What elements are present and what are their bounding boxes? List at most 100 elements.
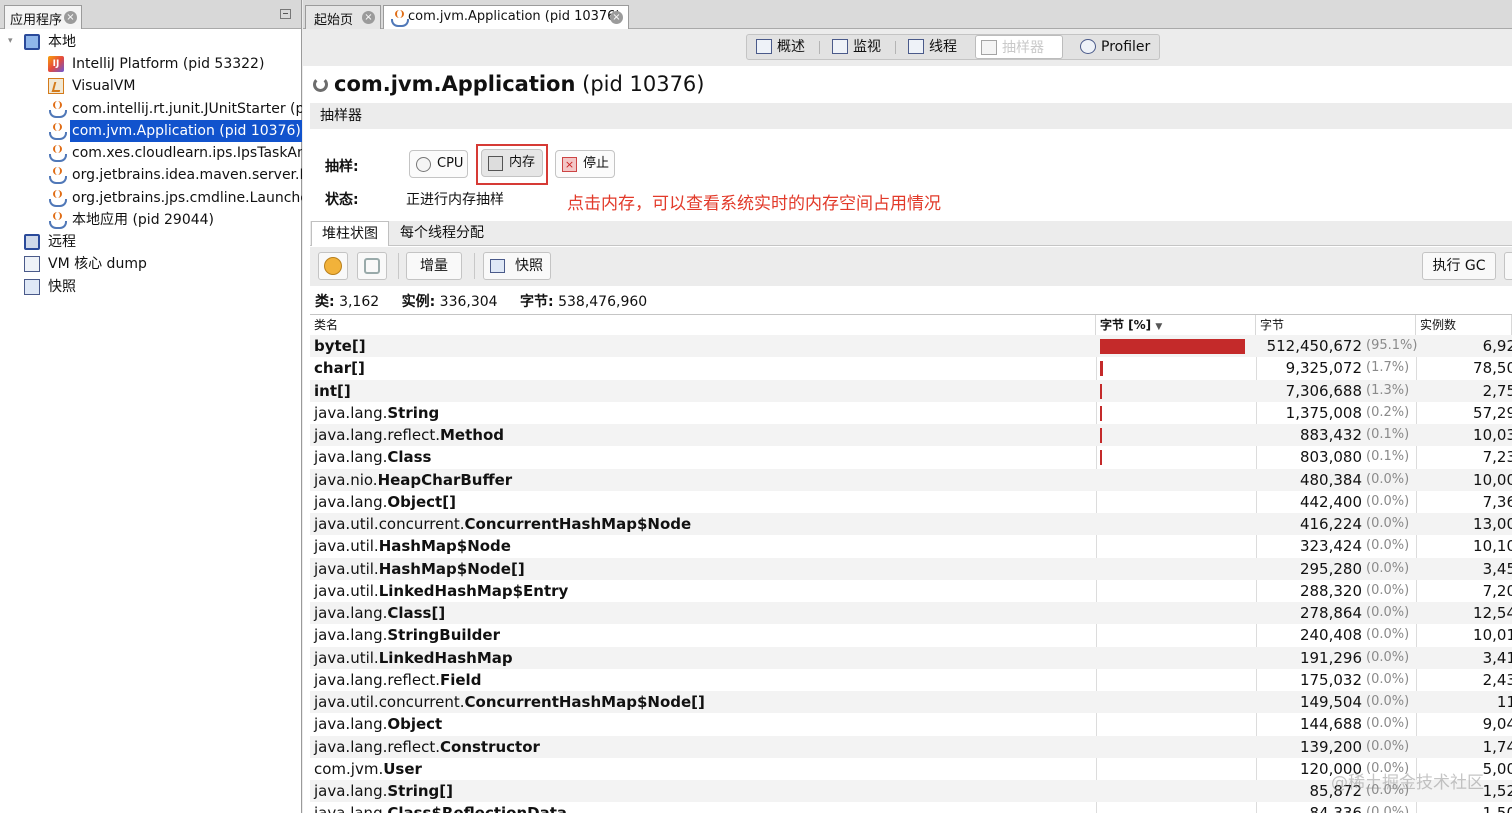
- pause-icon: [324, 257, 342, 275]
- heap-dump-button[interactable]: [1504, 252, 1512, 280]
- bytes-share-bar: [1100, 405, 1102, 421]
- watermark: @稀土掘金技术社区: [1331, 773, 1484, 793]
- separator: [819, 41, 820, 54]
- java-icon: [48, 145, 67, 162]
- table-row[interactable]: java.nio.HeapCharBuffer 480,384 (0.0%) 10,0…: [310, 468, 1512, 491]
- instances-cell: 3,45: [1482, 559, 1512, 578]
- sort-descending-icon: ▼: [1155, 322, 1163, 332]
- bytes-percent-cell: (0.0%): [1366, 649, 1410, 665]
- table-row[interactable]: java.lang.StringBuilder 240,408 (0.0%) 10,0…: [310, 624, 1512, 646]
- package-name: java.lang.: [314, 782, 388, 800]
- table-row[interactable]: java.util.HashMap$Node[] 295,280 (0.0%) 3,4…: [310, 557, 1512, 580]
- applications-tab[interactable]: 应用程序 ×: [4, 5, 82, 29]
- heap-histogram-table: 类名 字节 [%] ▼ 字节 实例数 byte[] 512,450,672 (95.…: [310, 314, 1512, 813]
- column-header-class-name[interactable]: 类名: [310, 315, 1096, 335]
- memory-button[interactable]: 内存: [481, 149, 543, 177]
- table-row[interactable]: java.lang.Object 144,688(0.0%) 9,04: [310, 713, 1512, 735]
- tree-node-app[interactable]: IJ IntelliJ Platform (pid 53322): [48, 53, 302, 75]
- instances-label: 实例:: [401, 294, 436, 310]
- cpu-button[interactable]: CPU: [409, 150, 468, 178]
- table-row[interactable]: java.lang.reflect.Method 883,432 (0.1%) 10,…: [310, 424, 1512, 447]
- tab-label: 概述: [777, 39, 805, 55]
- tab-sampler[interactable]: 抽样器: [975, 35, 1063, 59]
- class-name-cell: java.lang.Class: [314, 446, 432, 468]
- tree-node-remote[interactable]: 远程: [24, 231, 294, 253]
- table-row[interactable]: java.util.concurrent.ConcurrentHashMap$N…: [310, 691, 1512, 714]
- bytes-cell: 416,224: [1299, 515, 1362, 533]
- pause-button[interactable]: [318, 252, 348, 280]
- table-row[interactable]: java.lang.String 1,375,008 (0.2%) 57,29: [310, 402, 1512, 424]
- tree-node-app[interactable]: org.jetbrains.idea.maven.server.Rer: [48, 164, 302, 186]
- tree-node-snapshots[interactable]: 快照: [24, 276, 294, 298]
- tab-heap-histogram[interactable]: 堆柱状图: [311, 221, 389, 246]
- stop-icon: ×: [562, 157, 577, 172]
- snapshot-button[interactable]: 快照: [483, 252, 551, 280]
- tree-node-label: com.intellij.rt.junit.JUnitStarter (pid …: [72, 101, 302, 117]
- close-icon[interactable]: ×: [362, 11, 375, 24]
- close-icon[interactable]: ×: [610, 11, 623, 24]
- stop-button[interactable]: × 停止: [555, 150, 615, 178]
- bytes-percent-cell: (0.0%): [1366, 471, 1410, 487]
- perform-gc-button[interactable]: 执行 GC: [1422, 252, 1496, 280]
- java-icon: [48, 101, 67, 118]
- tab-per-thread-allocations[interactable]: 每个线程分配: [390, 221, 494, 246]
- bytes-cell: 480,384: [1299, 470, 1362, 489]
- tree-node-local[interactable]: 本地: [24, 31, 294, 53]
- close-icon[interactable]: ×: [64, 11, 77, 24]
- table-row[interactable]: int[] 7,306,688(1.3%) 2,75: [310, 379, 1512, 402]
- java-icon: [48, 167, 67, 184]
- delta-button[interactable]: 增量: [406, 252, 462, 280]
- column-header-instances[interactable]: 实例数: [1416, 315, 1512, 335]
- tree-node-vm-dump[interactable]: VM 核心 dump: [24, 253, 294, 275]
- tree-node-app[interactable]: com.xes.cloudlearn.ips.IpsTaskAnsv: [48, 142, 302, 164]
- minimize-icon[interactable]: [280, 9, 291, 19]
- class-simple-name: StringBuilder: [387, 626, 500, 645]
- package-name: java.lang.: [314, 604, 388, 622]
- bytes-percent-cell: (0.2%): [1366, 404, 1410, 420]
- table-row[interactable]: java.util.LinkedHashMap 191,296(0.0%) 3,41: [310, 646, 1512, 669]
- table-row[interactable]: java.lang.Object[] 442,400(0.0%) 7,36: [310, 491, 1512, 513]
- tab-profiler[interactable]: Profiler: [1075, 35, 1157, 59]
- column-header-bytes[interactable]: 字节: [1256, 315, 1416, 335]
- table-row[interactable]: char[] 9,325,072 (1.7%) 78,50: [310, 357, 1512, 379]
- class-simple-name: Object[]: [387, 492, 456, 511]
- bytes-cell: 191,296: [1299, 648, 1362, 667]
- visualvm-icon: [48, 78, 64, 94]
- stats-line: 类: 3,162 实例: 336,304 字节: 538,476,960: [315, 291, 665, 311]
- class-simple-name: Class[]: [387, 604, 446, 622]
- tree-node-app[interactable]: com.intellij.rt.junit.JUnitStarter (pid …: [48, 98, 302, 120]
- table-row[interactable]: byte[] 512,450,672 (95.1%) 6,92: [310, 335, 1512, 358]
- package-name: java.util.concurrent.: [314, 693, 465, 711]
- package-name: java.lang.: [314, 626, 388, 645]
- table-row[interactable]: java.lang.Class[] 278,864 (0.0%) 12,54: [310, 602, 1512, 625]
- class-name-cell: java.lang.Class$ReflectionData: [314, 802, 567, 813]
- tab-application[interactable]: com.jvm.Application (pid 10376) ×: [383, 5, 629, 29]
- refresh-button[interactable]: [357, 252, 387, 280]
- tab-threads[interactable]: 线程: [903, 35, 967, 59]
- table-row[interactable]: java.lang.Class 803,080(0.1%) 7,23: [310, 446, 1512, 468]
- tree-expand-icon[interactable]: ▾: [8, 36, 13, 46]
- table-row[interactable]: java.util.LinkedHashMap$Entry 288,320 (0.0…: [310, 580, 1512, 602]
- class-simple-name: ConcurrentHashMap$Node: [464, 515, 692, 533]
- package-name: java.util.: [314, 648, 379, 667]
- class-simple-name: Object: [387, 715, 443, 734]
- separator: [398, 253, 399, 279]
- column-header-bytes-percent[interactable]: 字节 [%] ▼: [1096, 315, 1256, 335]
- tab-overview[interactable]: 概述: [751, 35, 815, 59]
- table-row[interactable]: java.lang.reflect.Field 175,032(0.0%) 2,43: [310, 669, 1512, 691]
- table-row[interactable]: java.util.concurrent.ConcurrentHashMap$N…: [310, 513, 1512, 536]
- table-row[interactable]: java.lang.reflect.Constructor 139,200 (0.0…: [310, 735, 1512, 758]
- bytes-label: 字节:: [520, 294, 554, 310]
- tree-node-app[interactable]: 本地应用 (pid 29044): [48, 209, 302, 231]
- tab-label: com.jvm.Application (pid 10376): [408, 9, 621, 24]
- tree-node-app[interactable]: org.jetbrains.jps.cmdline.Launcher (: [48, 187, 302, 209]
- bytes-cell: 175,032: [1299, 670, 1362, 689]
- tab-monitor[interactable]: 监视: [827, 35, 891, 59]
- class-simple-name: HeapCharBuffer: [377, 470, 513, 489]
- tree-node-app-selected[interactable]: com.jvm.Application (pid 10376): [48, 120, 302, 142]
- package-name: java.lang.reflect.: [314, 426, 440, 444]
- tab-start-page[interactable]: 起始页 ×: [305, 5, 381, 29]
- table-row[interactable]: java.util.HashMap$Node 323,424 (0.0%) 10,10: [310, 535, 1512, 557]
- table-row[interactable]: java.lang.Class$ReflectionData 84,336(0.0…: [310, 802, 1512, 813]
- tree-node-app[interactable]: VisualVM: [48, 75, 302, 97]
